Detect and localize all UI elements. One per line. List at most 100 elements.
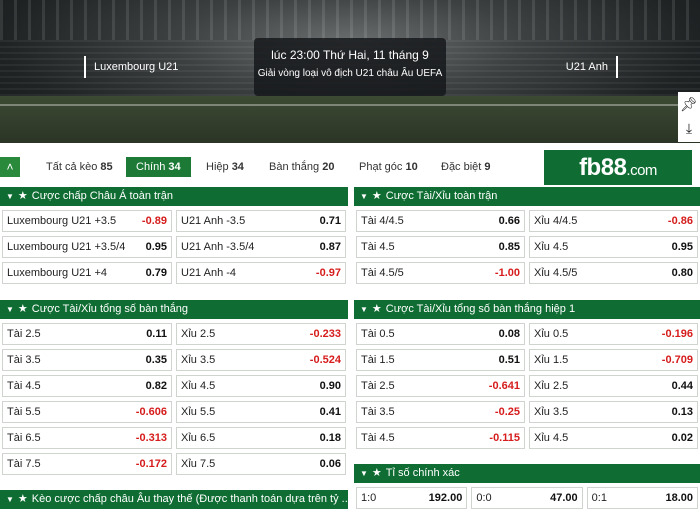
panel-header[interactable]: ▼ ★ Cược chấp Châu Á toàn trận <box>0 187 348 206</box>
tab-count: 85 <box>100 161 113 173</box>
odds-row: Luxembourg U21 +4 0.79 U21 Anh -4 -0.97 <box>0 260 348 286</box>
odds-cell[interactable]: 0:1 18.00 <box>586 487 698 509</box>
odds-cell[interactable]: Xỉu 4.5/5 0.80 <box>529 262 698 284</box>
stadium-lights <box>0 0 700 40</box>
panel-title: Cược Tài/Xỉu toàn trận <box>385 190 498 202</box>
odds-row: 1:0 192.00 0:0 47.00 0:1 18.00 <box>354 485 700 511</box>
odds-value: 192.00 <box>428 492 463 504</box>
panel-header[interactable]: ▼ ★ Cược Tài/Xỉu tổng số bàn thắng <box>0 300 348 319</box>
odds-cell[interactable]: Tài 2.5 -0.641 <box>356 375 525 397</box>
star-icon[interactable]: ★ <box>18 190 28 202</box>
home-team-name: Luxembourg U21 <box>84 56 178 78</box>
star-icon[interactable]: ★ <box>18 303 28 315</box>
tab-label: Phạt góc <box>359 161 403 173</box>
odds-cell[interactable]: Tài 5.5 -0.606 <box>2 401 172 423</box>
odds-value: 0.66 <box>498 215 520 227</box>
odds-cell[interactable]: Xỉu 4.5 0.90 <box>176 375 346 397</box>
tab-half[interactable]: Hiệp 34 <box>206 157 244 177</box>
odds-label: Xỉu 7.5 <box>181 458 216 470</box>
odds-label: Tài 2.5 <box>7 328 41 340</box>
odds-cell[interactable]: Luxembourg U21 +4 0.79 <box>2 262 172 284</box>
star-icon[interactable]: ★ <box>372 467 382 479</box>
odds-cell[interactable]: Tài 6.5 -0.313 <box>2 427 172 449</box>
odds-label: U21 Anh -3.5 <box>181 215 246 227</box>
odds-cell[interactable]: Tài 1.5 0.51 <box>356 349 525 371</box>
star-icon[interactable]: ★ <box>372 190 382 202</box>
caret-down-icon: ▼ <box>6 192 14 201</box>
odds-cell[interactable]: Tài 3.5 -0.25 <box>356 401 525 423</box>
odds-cell[interactable]: U21 Anh -4 -0.97 <box>176 262 346 284</box>
odds-cell[interactable]: Tài 0.5 0.08 <box>356 323 525 345</box>
odds-row: Tài 7.5 -0.172 Xỉu 7.5 0.06 <box>0 451 348 477</box>
odds-value: -0.709 <box>661 354 693 366</box>
odds-label: Tài 5.5 <box>7 406 41 418</box>
tab-corners[interactable]: Phạt góc 10 <box>359 157 418 177</box>
star-icon[interactable]: ★ <box>372 303 382 315</box>
odds-cell[interactable]: Xỉu 6.5 0.18 <box>176 427 346 449</box>
odds-cell[interactable]: Xỉu 3.5 -0.524 <box>176 349 346 371</box>
panel-header[interactable]: ▼ ★ Kèo cược chấp châu Âu thay thế (Được t… <box>0 490 348 509</box>
odds-cell[interactable]: U21 Anh -3.5 0.71 <box>176 210 346 232</box>
odds-value: -0.97 <box>315 267 341 279</box>
odds-cell[interactable]: Xỉu 4/4.5 -0.86 <box>529 210 698 232</box>
odds-value: -0.196 <box>661 328 693 340</box>
tab-goals[interactable]: Bàn thắng 20 <box>269 157 334 177</box>
odds-cell[interactable]: Xỉu 0.5 -0.196 <box>529 323 698 345</box>
collapse-all-icon[interactable]: ˄ <box>0 157 20 177</box>
odds-row: Tài 1.5 0.51 Xỉu 1.5 -0.709 <box>354 347 700 373</box>
star-icon[interactable]: ★ <box>18 493 28 505</box>
panel-title: Kèo cược chấp châu Âu thay thế (Được tha… <box>31 493 348 505</box>
odds-row: Tài 6.5 -0.313 Xỉu 6.5 0.18 <box>0 425 348 451</box>
odds-cell[interactable]: Xỉu 3.5 0.13 <box>529 401 698 423</box>
odds-label: Tài 6.5 <box>7 432 41 444</box>
odds-cell[interactable]: Tài 3.5 0.35 <box>2 349 172 371</box>
odds-label: Xỉu 2.5 <box>181 328 216 340</box>
odds-label: Tài 4.5 <box>7 380 41 392</box>
odds-cell[interactable]: Xỉu 1.5 -0.709 <box>529 349 698 371</box>
odds-label: Luxembourg U21 +4 <box>7 267 107 279</box>
odds-cell[interactable]: 1:0 192.00 <box>356 487 468 509</box>
odds-cell[interactable]: Xỉu 2.5 -0.233 <box>176 323 346 345</box>
odds-cell[interactable]: Xỉu 2.5 0.44 <box>529 375 698 397</box>
tab-count: 34 <box>231 161 244 173</box>
odds-cell[interactable]: Tài 7.5 -0.172 <box>2 453 172 475</box>
odds-label: Tài 7.5 <box>7 458 41 470</box>
odds-cell[interactable]: Tài 4.5 0.85 <box>356 236 525 258</box>
panel-header[interactable]: ▼ ★ Cược Tài/Xỉu toàn trận <box>354 187 700 206</box>
odds-cell[interactable]: Tài 4/4.5 0.66 <box>356 210 525 232</box>
odds-label: Xỉu 0.5 <box>534 328 569 340</box>
away-team-name: U21 Anh <box>566 56 618 78</box>
odds-value: 0.44 <box>671 380 693 392</box>
odds-cell[interactable]: Tài 4.5 -0.115 <box>356 427 525 449</box>
odds-value: -0.172 <box>135 458 167 470</box>
odds-value: -0.115 <box>489 432 520 444</box>
odds-cell[interactable]: Tài 4.5 0.82 <box>2 375 172 397</box>
odds-label: 1:0 <box>361 492 377 504</box>
odds-cell[interactable]: Luxembourg U21 +3.5 -0.89 <box>2 210 172 232</box>
odds-label: Tài 4.5 <box>361 432 395 444</box>
odds-row: Tài 5.5 -0.606 Xỉu 5.5 0.41 <box>0 399 348 425</box>
panel-title: Cược chấp Châu Á toàn trận <box>31 190 173 202</box>
odds-label: Tài 1.5 <box>361 354 395 366</box>
pin-icon[interactable]: 📌︎ <box>678 92 700 116</box>
odds-cell[interactable]: 0:0 47.00 <box>471 487 583 509</box>
odds-cell[interactable]: Tài 4.5/5 -1.00 <box>356 262 525 284</box>
odds-row: Tài 2.5 -0.641 Xỉu 2.5 0.44 <box>354 373 700 399</box>
panel-header[interactable]: ▼ ★ Tỉ số chính xác <box>354 464 700 483</box>
odds-cell[interactable]: Xỉu 4.5 0.95 <box>529 236 698 258</box>
odds-cell[interactable]: U21 Anh -3.5/4 0.87 <box>176 236 346 258</box>
tab-special[interactable]: Đặc biệt 9 <box>441 157 491 177</box>
odds-label: Xỉu 6.5 <box>181 432 216 444</box>
odds-value: 0.06 <box>319 458 341 470</box>
download-icon[interactable]: ⤓ <box>678 116 700 140</box>
tab-main[interactable]: Chính 34 <box>126 157 191 177</box>
odds-label: U21 Anh -3.5/4 <box>181 241 255 253</box>
odds-cell[interactable]: Tài 2.5 0.11 <box>2 323 172 345</box>
tab-all[interactable]: Tất cả kèo 85 <box>46 157 113 177</box>
panel-header[interactable]: ▼ ★ Cược Tài/Xỉu tổng số bàn thắng hiệp 1 <box>354 300 700 319</box>
odds-cell[interactable]: Xỉu 5.5 0.41 <box>176 401 346 423</box>
odds-cell[interactable]: Luxembourg U21 +3.5/4 0.95 <box>2 236 172 258</box>
odds-cell[interactable]: Xỉu 4.5 0.02 <box>529 427 698 449</box>
odds-label: Xỉu 4.5 <box>534 432 569 444</box>
odds-cell[interactable]: Xỉu 7.5 0.06 <box>176 453 346 475</box>
